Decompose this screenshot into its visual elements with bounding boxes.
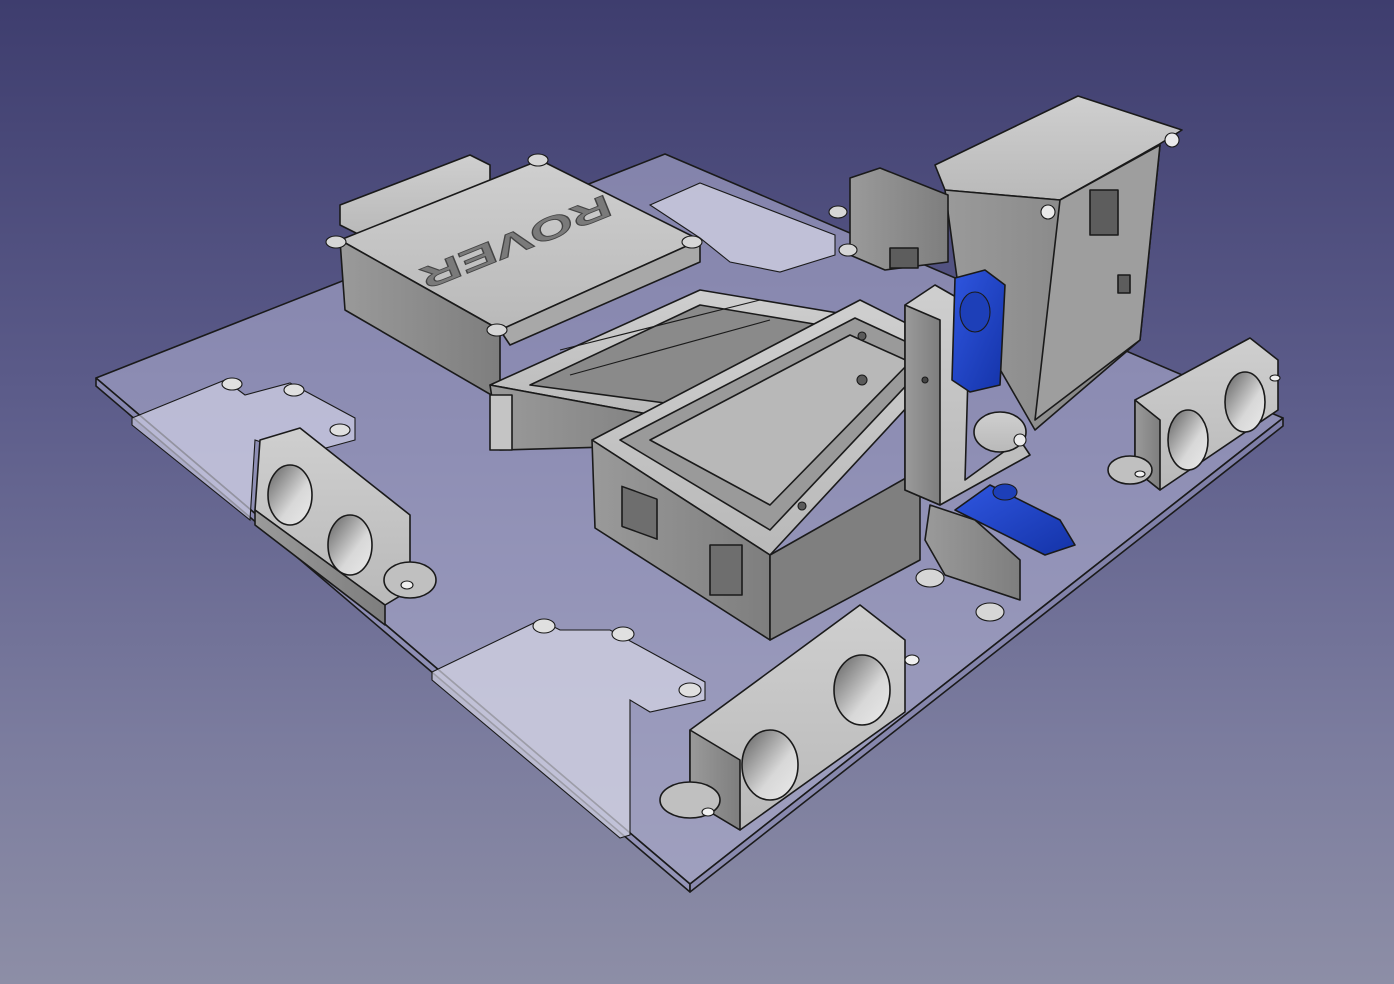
cad-scene[interactable]: ROVER bbox=[0, 0, 1394, 984]
3d-viewport[interactable]: ROVER bbox=[0, 0, 1394, 984]
switch-block[interactable] bbox=[828, 167, 949, 271]
tilt-servo[interactable] bbox=[951, 269, 1006, 393]
